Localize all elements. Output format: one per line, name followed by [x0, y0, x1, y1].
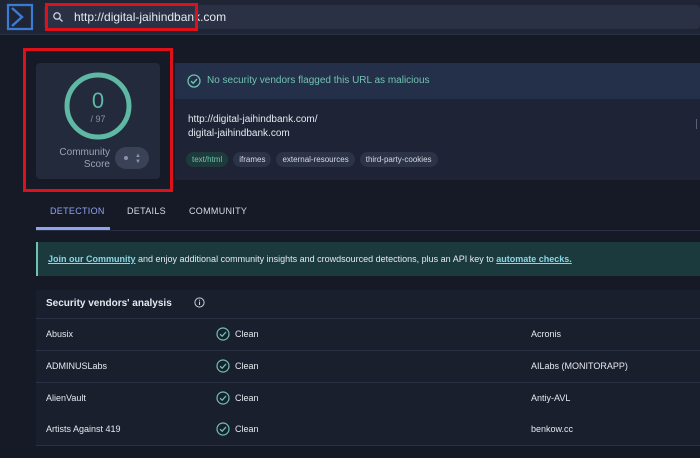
tab-community[interactable]: COMMUNITY [189, 206, 247, 216]
vendor-name: ADMINUSLabs [46, 361, 108, 371]
check-circle-icon [216, 359, 230, 373]
vendor-status: Clean [235, 361, 259, 371]
tag[interactable]: third-party-cookies [359, 152, 438, 167]
status-banner: No security vendors flagged this URL as … [175, 63, 700, 99]
community-banner: Join our Community and enjoy additional … [36, 242, 700, 276]
vendor-name: Artists Against 419 [46, 424, 121, 434]
panel-edge-marker [696, 119, 697, 129]
check-circle-icon [216, 327, 230, 341]
vendor-name: AILabs (MONITORAPP) [531, 361, 628, 371]
vendors-title: Security vendors' analysis [46, 298, 172, 309]
tab-details[interactable]: DETAILS [127, 206, 166, 216]
check-circle-icon [216, 422, 230, 436]
tag[interactable]: iframes [233, 152, 272, 167]
community-score-vote-toggle[interactable]: ▲ ▼ [115, 147, 149, 169]
vendors-header: Security vendors' analysis [36, 290, 700, 319]
table-row: AlienVault Clean Antiy-AVL [36, 383, 700, 415]
tab-detection[interactable]: DETECTION [50, 206, 105, 216]
automate-checks-link[interactable]: automate checks. [496, 254, 572, 264]
search-icon [53, 12, 63, 22]
table-row: Abusix Clean Acronis [36, 319, 700, 351]
tag[interactable]: text/html [186, 152, 229, 167]
detection-score: 0 [91, 88, 105, 113]
vendor-name: Acronis [531, 329, 562, 339]
join-community-link[interactable]: Join our Community [48, 254, 136, 264]
scanned-url[interactable]: http://digital-jaihindbank.com/ [188, 114, 318, 125]
tab-bar: DETECTION DETAILS COMMUNITY [36, 196, 700, 231]
vendor-status: Clean [235, 393, 259, 403]
info-icon[interactable] [194, 297, 205, 308]
vendor-name: Abusix [46, 329, 74, 339]
tag-list: text/html iframes external-resources thi… [186, 152, 438, 167]
detection-total: / 97 [90, 114, 106, 124]
community-banner-text: and enjoy additional community insights … [135, 254, 497, 264]
search-bar[interactable]: http://digital-jaihindbank.com [44, 5, 700, 29]
virustotal-logo-icon[interactable] [6, 3, 34, 31]
active-tab-indicator [36, 227, 110, 230]
url-info-panel: http://digital-jaihindbank.com/ digital-… [175, 99, 700, 180]
top-bar: http://digital-jaihindbank.com [0, 0, 700, 35]
tag[interactable]: external-resources [276, 152, 355, 167]
vendor-name: benkow.cc [531, 424, 574, 434]
table-row: ADMINUSLabs Clean AILabs (MONITORAPP) [36, 351, 700, 383]
vendor-status: Clean [235, 424, 259, 434]
search-input[interactable]: http://digital-jaihindbank.com [74, 10, 226, 24]
community-score-label: Community Score [59, 147, 110, 170]
check-circle-icon [216, 391, 230, 405]
vendor-status: Clean [235, 329, 259, 339]
community-score-card: 0 / 97 Community Score ▲ ▼ [36, 63, 160, 179]
vendor-name: Antiy-AVL [531, 393, 571, 403]
table-row: Artists Against 419 Clean benkow.cc [36, 414, 700, 446]
vendor-name: AlienVault [46, 393, 86, 403]
check-circle-icon [187, 74, 201, 88]
scanned-host[interactable]: digital-jaihindbank.com [188, 128, 290, 139]
status-banner-text: No security vendors flagged this URL as … [207, 75, 430, 86]
